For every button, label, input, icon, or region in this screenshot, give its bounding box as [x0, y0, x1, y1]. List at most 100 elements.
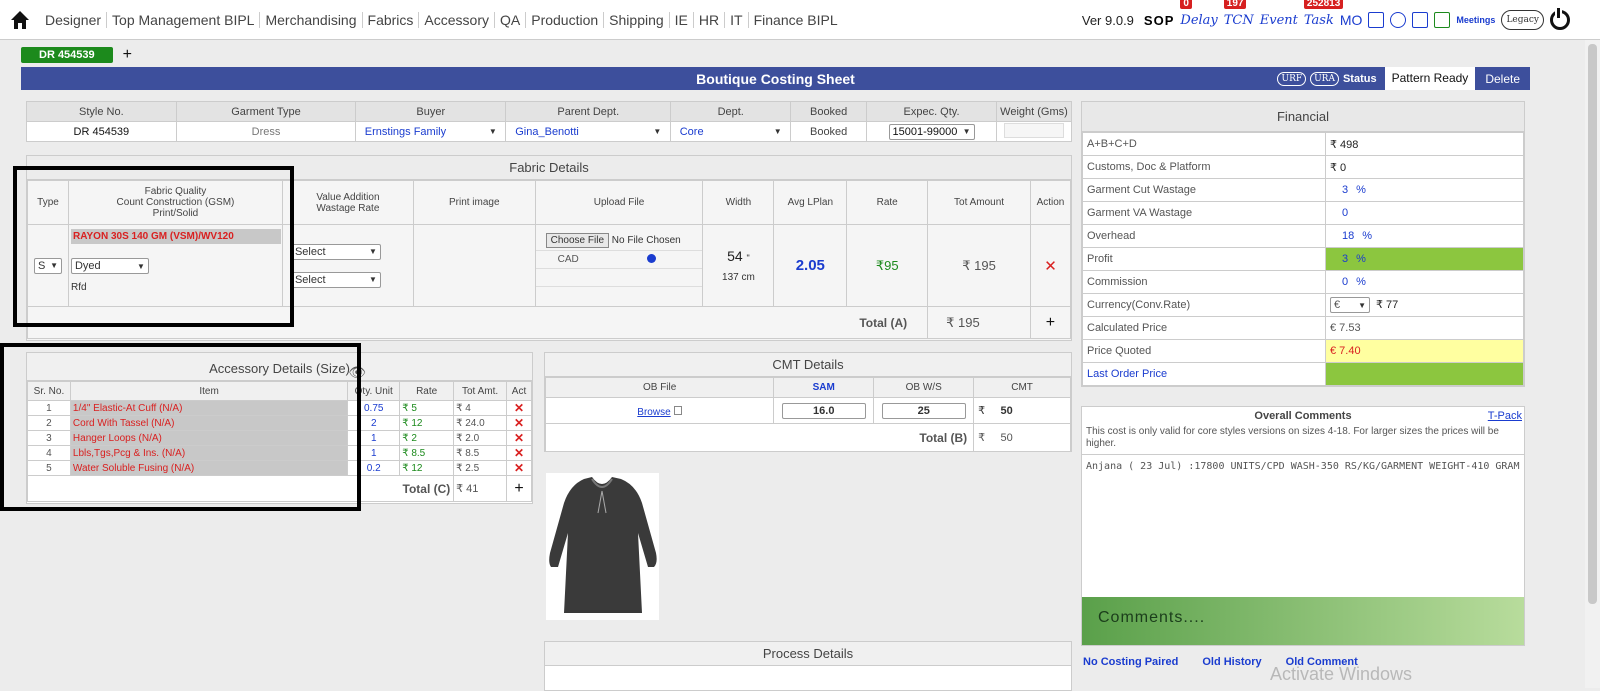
total-c-label: Total (C) [399, 475, 455, 502]
dept-select[interactable]: Core ▼ [676, 123, 785, 140]
old-history-link[interactable]: Old History [1202, 656, 1261, 668]
financial-label: Profit [1082, 247, 1326, 271]
value-addition-header: Value Addition [316, 191, 380, 203]
scrollbar-thumb[interactable] [1588, 44, 1597, 604]
nav-item-top-management-bipl[interactable]: Top Management BIPL [107, 11, 261, 28]
currency-select[interactable]: € ▼ [1330, 297, 1370, 313]
legacy-link[interactable]: Legacy [1501, 10, 1544, 30]
browse-link[interactable]: Browse [637, 407, 670, 418]
no-costing-paired-link[interactable]: No Costing Paired [1083, 656, 1178, 668]
add-tab-button[interactable]: + [123, 46, 132, 64]
comment-input[interactable]: Comments.... [1082, 597, 1524, 645]
delete-accessory-icon[interactable]: ✕ [506, 400, 532, 416]
ura-button[interactable]: URA [1310, 71, 1339, 86]
urf-button[interactable]: URF [1277, 71, 1307, 86]
delete-button[interactable]: Delete [1475, 72, 1530, 86]
calculator-icon[interactable] [1412, 12, 1429, 28]
dress-illustration [549, 477, 657, 613]
nav-item-accessory[interactable]: Accessory [419, 11, 495, 28]
buyer-select[interactable]: Ernstings Family ▼ [361, 123, 500, 140]
col-print-image: Print image [412, 180, 536, 225]
financial-value: 3% [1325, 178, 1524, 202]
add-accessory-button[interactable]: + [506, 475, 532, 502]
file-icon[interactable] [674, 405, 682, 415]
comments-title: Overall Comments [1254, 410, 1352, 422]
financial-value: € ▼ ₹ 77 [1325, 293, 1524, 317]
width-unit: " [746, 253, 750, 263]
nav-item-merchandising[interactable]: Merchandising [260, 11, 363, 28]
nav-item-fabrics[interactable]: Fabrics [363, 11, 420, 28]
edit-icon[interactable] [1368, 12, 1385, 28]
col-action: Action [1029, 180, 1072, 225]
tot-amt-cell: ₹ 2.0 [453, 430, 508, 446]
financial-amount: ₹ 77 [1376, 299, 1399, 311]
parent-dept-select[interactable]: Gina_Benotti ▼ [512, 123, 665, 140]
chevron-down-icon: ▼ [773, 127, 782, 136]
tab-dr-454539[interactable]: DR 454539 [21, 47, 113, 63]
add-fabric-button[interactable]: + [1029, 306, 1072, 339]
expec-qty-cell: 15001-99000 ▼ [866, 121, 997, 142]
tcn-badge: 197 [1223, 0, 1247, 9]
sop-link[interactable]: SOP [1144, 13, 1174, 28]
ob-ws-input[interactable]: 25 [881, 402, 966, 419]
col-tot-amount: Tot Amount [927, 180, 1031, 225]
home-icon[interactable] [0, 10, 40, 30]
financial-amount[interactable]: 3 [1330, 253, 1348, 265]
financial-table: A+B+C+D ₹ 498 Customs, Doc & Platform ₹ 0 Ga… [1082, 132, 1524, 386]
power-icon[interactable] [1550, 8, 1570, 30]
nav-item-it[interactable]: IT [725, 11, 749, 28]
mo-link[interactable]: MO [1340, 12, 1363, 28]
report-icon[interactable] [1434, 12, 1451, 28]
financial-amount[interactable]: 3 [1330, 184, 1348, 196]
tcn-link[interactable]: 197 TCN [1223, 0, 1254, 28]
col-upload-file: Upload File [534, 180, 704, 225]
buyer-select-value: Ernstings Family [364, 125, 447, 138]
col-rate: Rate [399, 381, 455, 401]
meetings-link[interactable]: Meetings [1456, 15, 1495, 25]
financial-label[interactable]: Last Order Price [1082, 362, 1326, 386]
cad-upload-row[interactable] [535, 269, 703, 287]
weight-input[interactable] [1003, 122, 1064, 138]
va-select-1[interactable]: Select ▼ [290, 243, 381, 260]
choose-file-button[interactable]: Choose File [545, 233, 609, 248]
delay-link[interactable]: 0 Delay [1180, 0, 1218, 28]
financial-amount[interactable]: 18 [1330, 230, 1354, 242]
avg-lplan-value[interactable]: 2.05 [773, 224, 848, 307]
va-select-1-wrap: Select ▼ [290, 243, 413, 260]
nav-item-hr[interactable]: HR [694, 11, 726, 28]
currency-icon[interactable] [1390, 12, 1407, 28]
col-buyer: Buyer [355, 101, 507, 122]
delete-accessory-icon[interactable]: ✕ [506, 415, 532, 431]
expec-qty-select[interactable]: 15001-99000 ▼ [888, 123, 975, 140]
status-button[interactable]: Status [1343, 73, 1377, 85]
pattern-ready-button[interactable]: Pattern Ready [1384, 67, 1476, 90]
info-icon[interactable] [647, 254, 657, 263]
print-image-cell[interactable] [412, 224, 536, 307]
nav-item-qa[interactable]: QA [495, 11, 527, 28]
t-pack-link[interactable]: T-Pack [1488, 410, 1522, 422]
nav-item-production[interactable]: Production [526, 11, 605, 28]
financial-amount[interactable]: 0 [1330, 207, 1348, 219]
cad-label: CAD [557, 254, 579, 265]
financial-title: Financial [1082, 102, 1524, 132]
financial-amount[interactable]: 0 [1330, 276, 1348, 288]
nav-item-designer[interactable]: Designer [40, 11, 108, 28]
booked-value[interactable]: Booked [790, 121, 868, 142]
garment-image[interactable] [546, 473, 659, 620]
delete-accessory-icon[interactable]: ✕ [506, 460, 532, 476]
col-parent-dept: Parent Dept. [505, 101, 672, 122]
highlight-box-accessory [0, 343, 361, 511]
va-select-2-value: Select [294, 273, 326, 286]
page-scrollbar[interactable] [1585, 40, 1600, 688]
sam-input[interactable]: 16.0 [781, 402, 866, 419]
delete-fabric-icon[interactable]: ✕ [1029, 224, 1072, 307]
delete-accessory-icon[interactable]: ✕ [506, 445, 532, 461]
main-menu: Designer Top Management BIPL Merchandising… [40, 11, 843, 28]
task-link[interactable]: 252813 Task [1303, 0, 1344, 28]
nav-item-shipping[interactable]: Shipping [604, 11, 670, 28]
nav-item-finance-bipl[interactable]: Finance BIPL [749, 12, 843, 28]
event-link[interactable]: Event [1260, 13, 1298, 28]
delete-accessory-icon[interactable]: ✕ [506, 430, 532, 446]
nav-item-ie[interactable]: IE [670, 11, 694, 28]
va-select-2[interactable]: Select ▼ [290, 271, 381, 288]
